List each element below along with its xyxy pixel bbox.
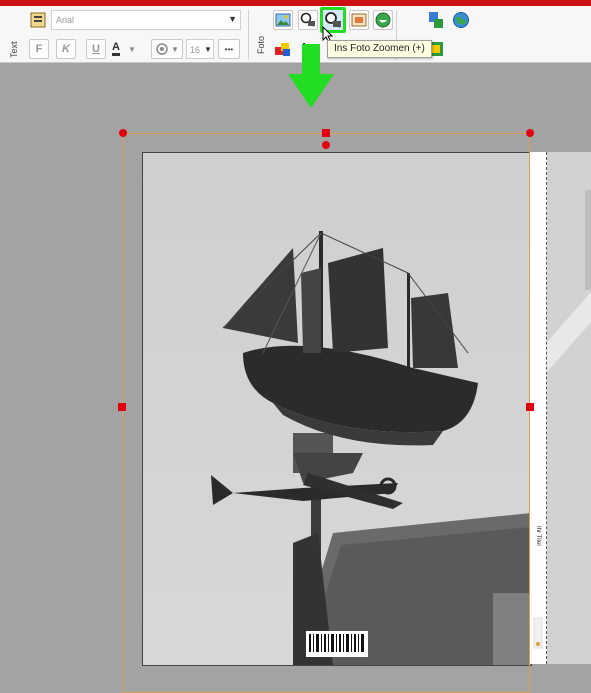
underline-button[interactable]: U xyxy=(86,39,106,59)
fill-color-button[interactable]: ▼ xyxy=(151,39,183,59)
resize-handle-top-left[interactable] xyxy=(119,129,127,137)
text-color-button[interactable]: A ▼ xyxy=(112,39,146,59)
font-size-value: 16 xyxy=(190,45,201,55)
publisher-logo xyxy=(533,617,543,649)
weathervane-ship-photo xyxy=(143,153,531,665)
rotate-handle[interactable] xyxy=(322,141,330,149)
resize-handle-top[interactable] xyxy=(322,129,330,137)
text-style-icon xyxy=(30,12,46,28)
photo-frame-button[interactable] xyxy=(349,10,369,30)
cover-photo[interactable] xyxy=(142,152,532,666)
paint-bucket-icon xyxy=(156,43,168,55)
barcode xyxy=(306,631,368,657)
globe-icon xyxy=(453,12,469,28)
chevron-down-icon: ▼ xyxy=(127,44,136,54)
globe-button[interactable] xyxy=(451,10,471,30)
smiley-icon xyxy=(375,12,391,28)
back-cover[interactable] xyxy=(547,152,591,664)
font-family-value: Arial xyxy=(56,15,75,25)
zoom-out-photo-button[interactable] xyxy=(298,10,318,30)
resize-handle-top-right[interactable] xyxy=(526,129,534,137)
layout-button[interactable] xyxy=(426,10,446,30)
image-frame-icon xyxy=(351,13,367,27)
chevron-down-icon[interactable]: ▼ xyxy=(204,45,212,54)
text-section-label: Text xyxy=(9,41,19,58)
text-style-button[interactable] xyxy=(29,10,49,30)
layout-icon xyxy=(429,12,443,28)
toolbar-divider xyxy=(248,10,249,60)
resize-handle-left[interactable] xyxy=(118,403,126,411)
zoom-out-icon xyxy=(300,12,315,27)
chevron-down-icon: ▼ xyxy=(171,44,179,54)
italic-button[interactable]: K xyxy=(56,39,76,59)
foto-section-label: Foto xyxy=(256,35,266,54)
more-options-button[interactable]: ••• xyxy=(218,39,240,59)
photo-icon xyxy=(275,13,291,27)
bold-button[interactable]: F xyxy=(29,39,49,59)
barcode-icon xyxy=(309,634,364,652)
resize-handle-right[interactable] xyxy=(526,403,534,411)
chevron-down-icon: ▼ xyxy=(228,14,237,24)
font-family-select[interactable]: Arial ▼ xyxy=(51,10,241,30)
text-color-label: A xyxy=(112,42,120,56)
zoom-in-tooltip: Ins Foto Zoomen (+) xyxy=(327,40,432,58)
back-cover-graphic xyxy=(547,152,591,664)
photo-effect-button[interactable] xyxy=(373,10,393,30)
insert-photo-button[interactable] xyxy=(273,10,293,30)
spine-title: Ihr Titel xyxy=(535,526,541,546)
